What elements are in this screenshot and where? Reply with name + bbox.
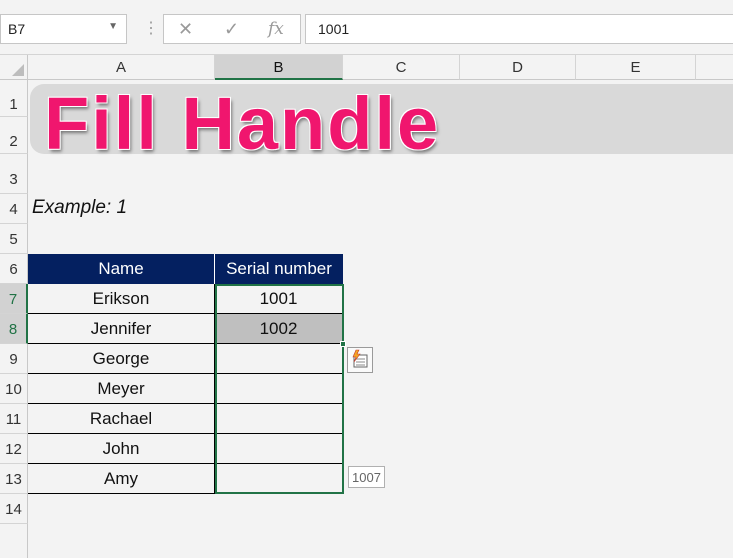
row-header-6[interactable]: 6 — [0, 254, 28, 284]
row-header-3[interactable]: 3 — [0, 154, 28, 194]
example-label: Example: 1 — [32, 197, 128, 218]
cell-name[interactable]: Meyer — [28, 374, 215, 404]
column-header-f[interactable] — [696, 55, 733, 80]
row-header-10[interactable]: 10 — [0, 374, 28, 404]
column-header-d[interactable]: D — [460, 55, 576, 80]
row-header-15[interactable] — [0, 524, 28, 558]
table-header-name[interactable]: Name — [28, 254, 215, 284]
row-header-8[interactable]: 8 — [0, 314, 28, 344]
row-header-7[interactable]: 7 — [0, 284, 28, 314]
row-header-4[interactable]: 4 — [0, 194, 28, 224]
row-header-11[interactable]: 11 — [0, 404, 28, 434]
column-header-b[interactable]: B — [215, 55, 343, 80]
row-header-13[interactable]: 13 — [0, 464, 28, 494]
cell-name[interactable]: Jennifer — [28, 314, 215, 344]
formula-bar-grip-icon: ⋮ — [143, 20, 159, 37]
enter-icon[interactable]: ✓ — [224, 19, 239, 40]
formula-input[interactable]: 1001 — [305, 14, 733, 44]
row-header-5[interactable]: 5 — [0, 224, 28, 254]
cancel-icon[interactable]: ✕ — [178, 19, 193, 40]
formula-value: 1001 — [318, 21, 350, 37]
row-header-12[interactable]: 12 — [0, 434, 28, 464]
insert-function-icon[interactable]: fx — [268, 19, 284, 39]
row-header-14[interactable]: 14 — [0, 494, 28, 524]
auto-fill-options-icon — [352, 349, 368, 368]
column-header-e[interactable]: E — [576, 55, 696, 80]
cell-name[interactable]: Erikson — [28, 284, 215, 314]
auto-fill-options-button[interactable] — [347, 347, 373, 373]
row-header-2[interactable]: 2 — [0, 117, 28, 154]
table-header-serial[interactable]: Serial number — [215, 254, 343, 284]
cell-name[interactable]: Amy — [28, 464, 215, 494]
fill-handle[interactable] — [340, 341, 346, 347]
row-header-1[interactable]: 1 — [0, 80, 28, 117]
cell-name[interactable]: George — [28, 344, 215, 374]
column-header-c[interactable]: C — [343, 55, 460, 80]
cell-name[interactable]: John — [28, 434, 215, 464]
page-title: Fill Handle — [44, 82, 441, 165]
selection-range — [215, 284, 344, 494]
fill-value-tooltip: 1007 — [348, 466, 385, 488]
column-header-a[interactable]: A — [28, 55, 215, 80]
select-all-corner[interactable] — [0, 55, 28, 80]
name-box-value: B7 — [8, 21, 26, 37]
name-box[interactable]: B7 ▼ — [0, 14, 127, 44]
chevron-down-icon[interactable]: ▼ — [108, 21, 118, 32]
row-header-9[interactable]: 9 — [0, 344, 28, 374]
formula-bar-buttons: ✕ ✓ fx — [163, 14, 301, 44]
cell-name[interactable]: Rachael — [28, 404, 215, 434]
